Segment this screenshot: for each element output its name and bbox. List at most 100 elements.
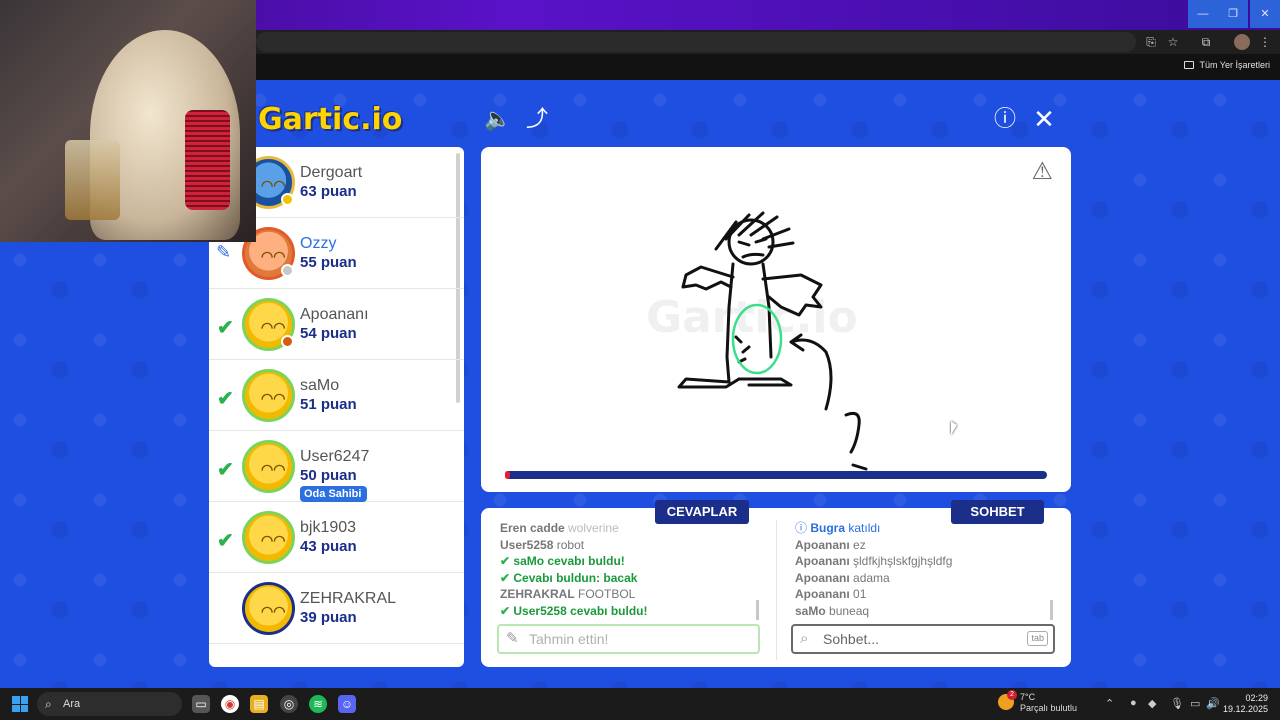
webcam-overlay [0, 0, 256, 242]
check-icon: ✔ [500, 603, 514, 618]
status-dot [281, 335, 294, 348]
guess-input[interactable]: ✎ Tahmin ettin! [497, 624, 760, 654]
answers-scrollbar[interactable] [756, 600, 759, 620]
avatar-face-icon: ◠◠ [261, 603, 286, 619]
tray-app-icon[interactable]: ● [1130, 697, 1137, 709]
player-name: Dergoart [300, 164, 363, 181]
chat-scrollbar[interactable] [1050, 600, 1053, 620]
clock[interactable]: 02:29 19.12.2025 [1223, 693, 1268, 715]
message-text: robot [556, 537, 585, 552]
sound-icon[interactable]: 🔈 [484, 106, 511, 132]
microphone-icon[interactable]: 🎙 [1170, 697, 1184, 710]
player-row[interactable]: ✔ ◠◠ saMo 51 puan [209, 360, 464, 431]
webcam-microphone [185, 110, 230, 210]
weather-temp: 7°C [1020, 692, 1036, 702]
volume-icon[interactable]: 🔊 [1206, 697, 1220, 710]
message-user: User5258 [500, 537, 554, 552]
message-user: Bugra [810, 521, 846, 535]
player-row[interactable]: ✔ ◠◠ bjk1903 43 puan [209, 502, 464, 573]
search-icon: ⌕ [45, 697, 52, 711]
install-app-icon[interactable]: ⎘ [1143, 34, 1159, 50]
message: Eren cadde wolverine [500, 520, 760, 537]
steam-icon[interactable]: ◆ [1148, 697, 1156, 710]
drawing-canvas[interactable]: ⚠ Gartic.io [481, 147, 1071, 492]
message-text: şldfkjhşlskfgjhşldfg [853, 554, 953, 568]
message-user: Eren cadde [500, 521, 565, 535]
messages-panel: CEVAPLAR SOHBET Eren cadde wolverine User… [481, 500, 1071, 667]
chat-input[interactable]: ⌕ Sohbet... tab [791, 624, 1055, 654]
message: User5258 robot [500, 537, 760, 554]
maximize-icon[interactable]: ❐ [1218, 0, 1248, 28]
message-text: FOOTBOL [578, 587, 636, 601]
message-text: 01 [853, 587, 867, 601]
status-dot [281, 193, 294, 206]
close-game-icon[interactable]: ✕ [1031, 106, 1057, 132]
task-view-icon[interactable]: ▭ [192, 695, 210, 713]
message-user: Apoananı [795, 570, 850, 585]
webcam-glass [65, 140, 120, 220]
screen: — ❐ ✕ ⎘ ☆ ⧉ ⋮ Tüm Yer İşaretleri Gartic.… [0, 0, 1280, 720]
bookmarks-folder[interactable]: Tüm Yer İşaretleri [1184, 60, 1270, 70]
weather-desc: Parçalı bulutlu [1020, 703, 1078, 713]
player-score: 43 puan [300, 538, 357, 555]
message-text: katıldı [848, 521, 881, 535]
network-icon[interactable]: ▭ [1190, 697, 1200, 710]
folder-icon [1184, 61, 1195, 69]
player-row[interactable]: ◠◠ ZEHRAKRAL 39 puan [209, 573, 464, 644]
round-timer-fill [505, 471, 511, 479]
discord-icon[interactable]: ☺ [338, 695, 356, 713]
bookmarks-folder-label: Tüm Yer İşaretleri [1199, 60, 1270, 70]
extensions-icon[interactable]: ⧉ [1198, 34, 1214, 50]
player-row[interactable]: ✔ ◠◠ User6247 50 puan Oda Sahibi [209, 431, 464, 502]
message-user: Apoananı [795, 537, 850, 552]
check-icon: ✔ [217, 459, 234, 481]
game-logo: Gartic.io [258, 102, 403, 137]
check-icon: ✔ [217, 388, 234, 410]
message-text: bacak [603, 570, 638, 585]
player-name: Ozzy [300, 235, 337, 252]
status-dot [281, 264, 294, 277]
chevron-up-icon[interactable]: ⌃ [1105, 697, 1114, 710]
message: ZEHRAKRAL FOOTBOL [500, 586, 760, 603]
info-icon[interactable]: ⓘ [992, 106, 1018, 132]
avatar-face-icon: ◠◠ [261, 248, 286, 264]
room-owner-badge: Oda Sahibi [300, 486, 368, 502]
search-icon: ⌕ [800, 630, 809, 647]
message-text: adama [853, 570, 890, 585]
answers-list: Eren cadde wolverine User5258 robot ✔ saMo… [500, 520, 760, 620]
avatar: ◠◠ [242, 511, 295, 564]
message-user: saMo [513, 554, 545, 568]
address-bar[interactable] [256, 32, 1136, 52]
player-name: bjk1903 [300, 519, 357, 536]
close-icon[interactable]: ✕ [1250, 0, 1280, 28]
taskbar-search[interactable]: ⌕ Ara [37, 692, 182, 716]
spotify-icon[interactable]: ≋ [309, 695, 327, 713]
obs-icon[interactable]: ◎ [280, 695, 298, 713]
message-text: cevabı buldu! [570, 603, 648, 618]
weather-widget[interactable]: 2 7°C Parçalı bulutlu [998, 690, 1078, 714]
message-user: saMo [795, 603, 826, 618]
chrome-icon[interactable]: ◉ [221, 695, 239, 713]
message-text: ez [853, 537, 866, 552]
file-explorer-icon[interactable]: ▤ [250, 695, 268, 713]
player-row[interactable]: ✔ ◠◠ Apoananı 54 puan [209, 289, 464, 360]
player-name: ZEHRAKRAL [300, 590, 397, 607]
message: Apoananı ez [795, 537, 1055, 554]
avatar-face-icon: ◠◠ [261, 319, 286, 335]
player-score: 39 puan [300, 609, 357, 626]
check-icon: ✔ [500, 570, 514, 585]
message-user: Apoananı [795, 587, 850, 601]
clock-date: 19.12.2025 [1222, 704, 1268, 714]
windows-start-icon[interactable] [12, 696, 28, 712]
bookmark-star-icon[interactable]: ☆ [1165, 34, 1181, 50]
avatar: ◠◠ [242, 440, 295, 493]
menu-dots-icon[interactable]: ⋮ [1257, 34, 1273, 50]
share-icon[interactable]: ⤴ [524, 106, 550, 132]
profile-avatar-icon[interactable] [1234, 34, 1250, 50]
chat-input-placeholder: Sohbet... [823, 631, 880, 647]
avatar: ◠◠ [242, 582, 295, 635]
player-score: 50 puan [300, 467, 357, 484]
message-text: cevabı buldu! [547, 554, 625, 568]
minimize-icon[interactable]: — [1188, 0, 1218, 28]
weather-badge: 2 [1007, 690, 1017, 700]
